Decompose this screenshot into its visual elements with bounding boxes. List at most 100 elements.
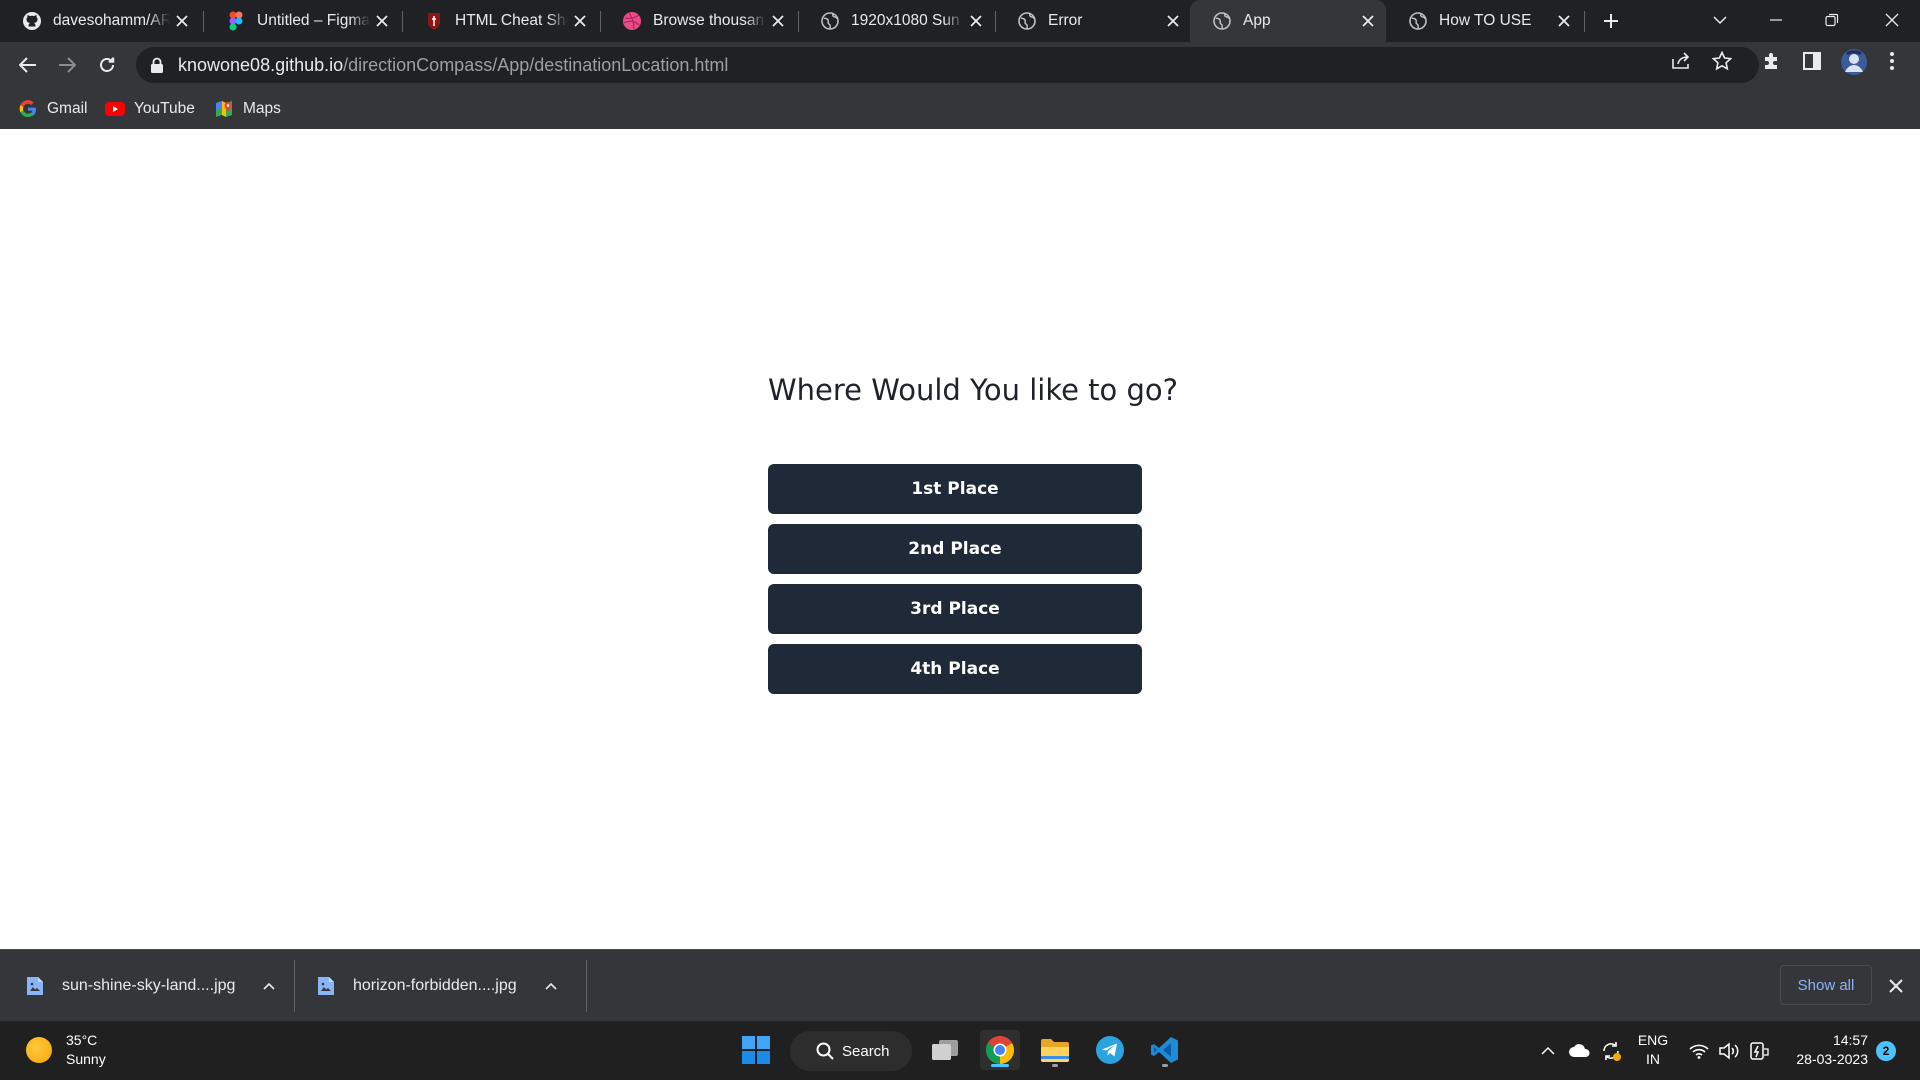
menu-button[interactable] [1882,50,1902,72]
taskbar-telegram[interactable] [1090,1030,1130,1070]
plus-icon [1604,14,1618,28]
taskbar-search[interactable]: Search [790,1031,912,1071]
minimize-button[interactable] [1748,0,1804,40]
bookmark-gmail[interactable]: Gmail [18,96,87,122]
close-window-button[interactable] [1864,0,1920,40]
tab-separator [1584,11,1585,32]
forward-button[interactable] [51,49,83,81]
restore-button[interactable] [1804,0,1860,40]
globe-icon [1212,11,1232,31]
onedrive-tray[interactable] [1566,1021,1594,1080]
download-filename: sun-shine-sky-land....jpg [62,977,236,994]
place-3-button[interactable]: 3rd Place [768,584,1142,634]
side-panel-icon [1803,52,1821,70]
arrow-right-icon [59,57,76,73]
new-tab-button[interactable] [1596,7,1626,35]
clock-date: 28-03-2023 [1796,1051,1868,1067]
show-all-downloads-button[interactable]: Show all [1780,965,1872,1005]
show-hidden-icons-button[interactable] [1536,1021,1560,1080]
tab-title: davesohamm/AR [53,12,170,29]
download-shelf: sun-shine-sky-land....jpg horizon-forbid… [0,949,1920,1021]
close-shelf-button[interactable] [1884,974,1908,998]
close-icon[interactable] [1552,9,1576,33]
bookmark-youtube[interactable]: YouTube [105,96,195,122]
notification-badge[interactable]: 2 [1876,1041,1896,1061]
bookmark-label: Gmail [47,100,88,117]
lock-icon[interactable] [150,57,164,73]
close-icon [1885,13,1899,27]
wifi-tray[interactable] [1686,1021,1712,1080]
tab-dribbble[interactable]: Browse thousands [600,0,796,42]
search-icon [816,1042,834,1060]
bookmarks-bar: Gmail YouTube Maps [0,88,1920,129]
tab-title: App [1243,12,1271,29]
sync-tray[interactable] [1598,1021,1624,1080]
tab-figma[interactable]: Untitled – Figma [204,0,400,42]
bookmark-star-button[interactable] [1711,50,1733,72]
start-button[interactable] [736,1030,776,1070]
google-icon [18,99,38,119]
search-label: Search [842,1042,890,1060]
reload-icon [100,57,115,72]
running-app-indicator [1052,1064,1058,1067]
taskbar-file-explorer[interactable] [1035,1030,1075,1070]
url-host: knowone08.github.io [178,54,344,75]
page-heading: Where Would You like to go? [768,373,1179,407]
back-button[interactable] [12,49,44,81]
download-item[interactable]: horizon-forbidden....jpg [317,950,561,1022]
globe-icon [1017,11,1037,31]
sync-icon [1603,1041,1621,1061]
place-2-button[interactable]: 2nd Place [768,524,1142,574]
tab-html-cheat-sheet[interactable]: HTML Cheat Sheet [402,0,598,42]
battery-charging-icon [1750,1041,1769,1060]
extensions-button[interactable] [1761,50,1783,72]
weather-widget[interactable]: 35°C Sunny [26,1031,106,1069]
tab-error[interactable]: Error [995,0,1191,42]
download-item[interactable]: sun-shine-sky-land....jpg [26,950,279,1022]
speaker-icon [1719,1041,1739,1060]
task-view-icon [932,1040,958,1060]
taskbar-vscode[interactable] [1145,1030,1185,1070]
taskbar-chrome[interactable] [980,1030,1020,1070]
system-clock[interactable]: 14:57 28-03-2023 [1786,1031,1868,1069]
address-bar[interactable]: knowone08.github.io/directionCompass/App… [136,47,1759,83]
tab-github[interactable]: davesohamm/AR [0,0,200,42]
language-indicator[interactable]: ENG IN [1636,1031,1670,1069]
bookmark-maps[interactable]: Maps [214,96,281,122]
share-button[interactable] [1670,50,1692,72]
reload-button[interactable] [91,49,123,81]
side-panel-button[interactable] [1801,50,1823,72]
profile-avatar[interactable] [1840,48,1868,76]
download-separator [586,960,587,1012]
close-icon[interactable] [964,9,988,33]
figma-icon [226,11,246,31]
task-view-button[interactable] [925,1030,965,1070]
minimize-icon [1770,19,1782,21]
tab-app-active[interactable]: App [1190,0,1386,42]
wifi-icon [1689,1044,1709,1059]
tab-sun-wallpaper[interactable]: 1920x1080 Sun Sh [798,0,994,42]
download-separator [294,960,295,1012]
folder-icon [1041,1039,1069,1062]
volume-tray[interactable] [1716,1021,1742,1080]
close-icon[interactable] [568,9,592,33]
close-icon[interactable] [1161,9,1185,33]
close-icon[interactable] [370,9,394,33]
clock-time: 14:57 [1832,1032,1868,1048]
chevron-up-icon[interactable] [259,976,279,996]
close-icon[interactable] [766,9,790,33]
tab-search-button[interactable] [1692,0,1748,40]
globe-icon [1408,11,1428,31]
tab-how-to-use[interactable]: How TO USE [1386,0,1582,42]
place-1-button[interactable]: 1st Place [768,464,1142,514]
close-icon[interactable] [170,9,194,33]
battery-tray[interactable] [1746,1021,1772,1080]
browser-tab-strip: davesohamm/AR Untitled – Figma HTML Chea… [0,0,1920,42]
web-page: Where Would You like to go? 1st Place 2n… [0,129,1920,949]
url-text[interactable]: knowone08.github.io/directionCompass/App… [178,55,728,76]
close-icon[interactable] [1356,9,1380,33]
place-4-button[interactable]: 4th Place [768,644,1142,694]
globe-icon [820,11,840,31]
close-icon [1889,979,1903,993]
chevron-up-icon[interactable] [541,976,561,996]
